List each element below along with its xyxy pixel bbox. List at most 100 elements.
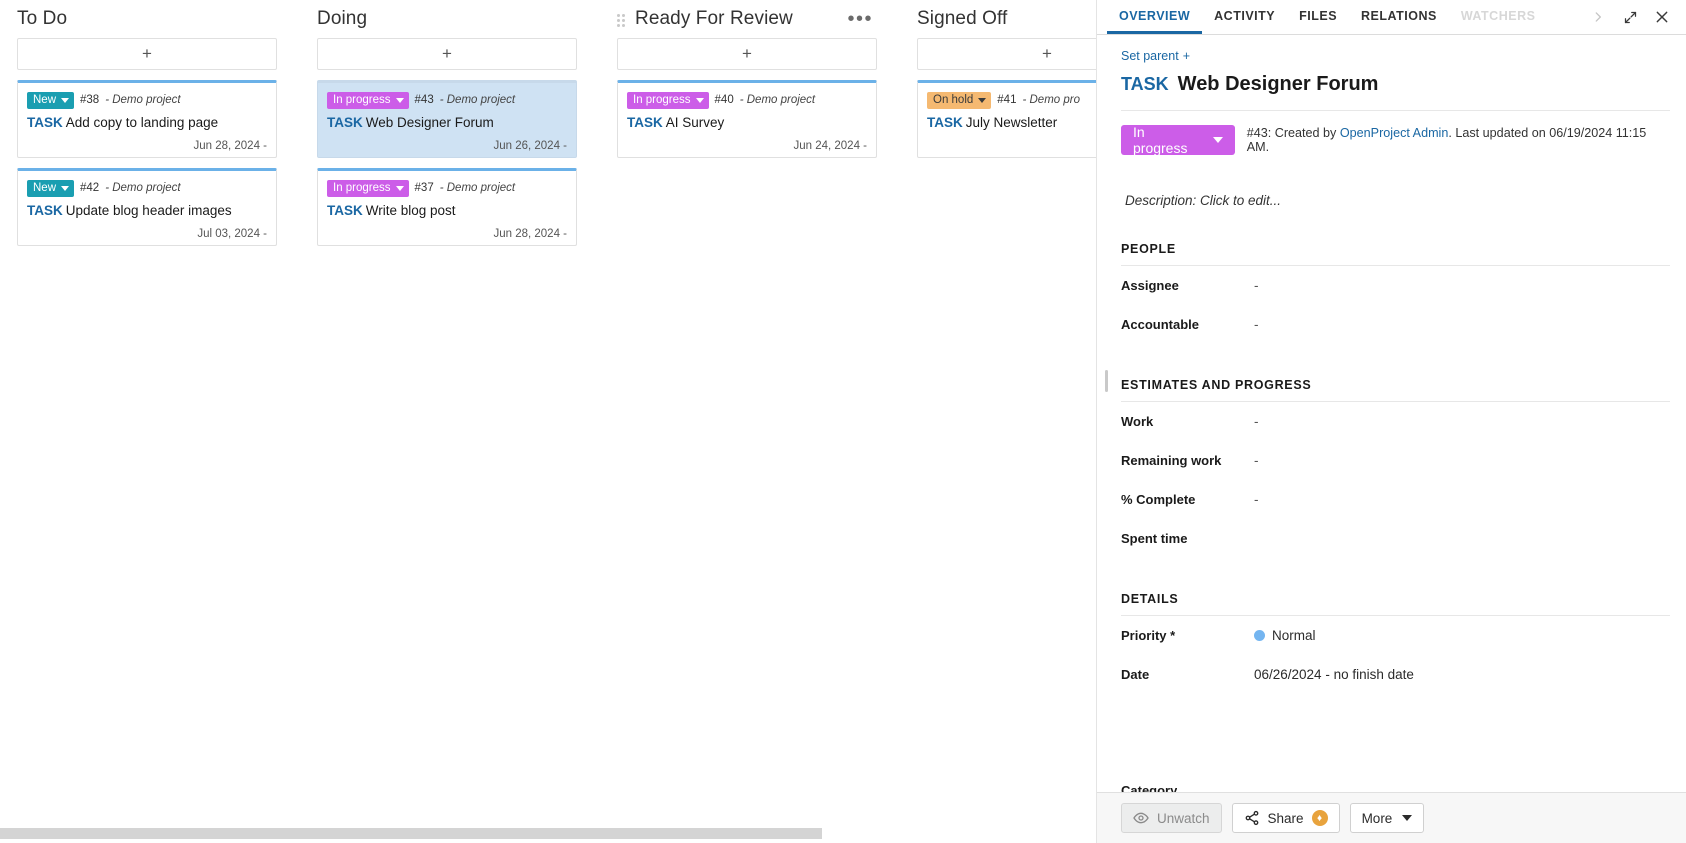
attribute-label: Work bbox=[1121, 414, 1154, 429]
meta-author-link[interactable]: OpenProject Admin bbox=[1340, 126, 1449, 140]
attribute-value-text: 06/26/2024 - no finish date bbox=[1254, 667, 1414, 682]
board-card[interactable]: New #42 - Demo project TASK Update blog head… bbox=[17, 168, 277, 246]
board-card[interactable]: New #38 - Demo project TASK Add copy to land… bbox=[17, 80, 277, 158]
board-column-header: To Do bbox=[17, 0, 277, 38]
kanban-board: To Do + New #38- Demo project TASK Add copy t… bbox=[0, 0, 1096, 843]
attribute-value[interactable]: - bbox=[1254, 414, 1259, 429]
attribute-row: Date 06/26/2024 - no finish date bbox=[1121, 655, 1670, 694]
attribute-row: % Complete - bbox=[1121, 480, 1670, 519]
add-card-button[interactable]: + bbox=[917, 38, 1096, 70]
unwatch-button[interactable]: Unwatch bbox=[1121, 803, 1222, 833]
card-header-row: New #38 - Demo project bbox=[27, 91, 267, 109]
card-id: #42 bbox=[80, 182, 100, 194]
card-status-badge[interactable]: In progress bbox=[327, 179, 409, 197]
card-status-badge[interactable]: On hold bbox=[927, 91, 992, 109]
card-id: #40 bbox=[714, 94, 734, 106]
card-status-label: In progress bbox=[333, 181, 391, 194]
card-type: TASK bbox=[327, 203, 363, 218]
drag-handle-icon[interactable] bbox=[617, 11, 631, 27]
card-type: TASK bbox=[27, 115, 63, 130]
attribute-row: Assignee - bbox=[1121, 266, 1670, 305]
card-title-row: TASK Web Designer Forum bbox=[327, 114, 567, 132]
attribute-sections: PEOPLE Assignee - Accountable - ESTIMATES AND… bbox=[1105, 242, 1670, 694]
clipped-attribute-label: Category bbox=[1121, 783, 1178, 792]
board-horizontal-scrollbar[interactable] bbox=[0, 828, 1096, 839]
card-header-row: In progress #40 - Demo project bbox=[627, 91, 867, 109]
tab-files[interactable]: FILES bbox=[1287, 0, 1349, 34]
enterprise-badge-icon: ♦ bbox=[1311, 810, 1328, 826]
board-card[interactable]: In progress #37 - Demo project TASK Write bl… bbox=[317, 168, 577, 246]
attribute-value[interactable]: - bbox=[1254, 492, 1259, 507]
set-parent-button[interactable]: Set parent + bbox=[1121, 49, 1190, 63]
more-button[interactable]: More bbox=[1349, 803, 1425, 833]
attribute-value-text: - bbox=[1254, 492, 1259, 507]
set-parent-label: Set parent bbox=[1121, 49, 1179, 63]
attribute-section: ESTIMATES AND PROGRESS Work - Remaining wor… bbox=[1105, 370, 1670, 558]
chevron-down-icon bbox=[395, 185, 404, 191]
column-menu-button[interactable]: ••• bbox=[843, 9, 877, 29]
tab-watchers[interactable]: WATCHERS bbox=[1449, 0, 1548, 34]
tab-relations[interactable]: RELATIONS bbox=[1349, 0, 1449, 34]
chevron-down-icon bbox=[61, 185, 70, 191]
attribute-value[interactable]: 06/26/2024 - no finish date bbox=[1254, 667, 1414, 682]
board-columns-container: To Do + New #38- Demo project TASK Add copy t… bbox=[0, 0, 1096, 843]
card-project: - Demo project bbox=[439, 182, 516, 194]
tab-activity[interactable]: ACTIVITY bbox=[1202, 0, 1287, 34]
card-type: TASK bbox=[327, 115, 363, 130]
card-subject: AI Survey bbox=[665, 115, 725, 130]
card-status-badge[interactable]: New bbox=[27, 91, 75, 109]
card-status-badge[interactable]: In progress bbox=[627, 91, 709, 109]
scroll-right-chevron-icon[interactable] bbox=[1588, 7, 1608, 27]
work-package-subject[interactable]: Web Designer Forum bbox=[1178, 73, 1379, 96]
card-date: Jun 28, 2024 - bbox=[493, 228, 567, 240]
unwatch-label: Unwatch bbox=[1157, 810, 1210, 826]
share-label: Share bbox=[1267, 810, 1304, 826]
status-label: In progress bbox=[1133, 124, 1188, 156]
chevron-down-icon bbox=[978, 97, 987, 103]
card-status-label: In progress bbox=[633, 93, 691, 106]
section-title: PEOPLE bbox=[1121, 242, 1670, 266]
board-card[interactable]: On hold #41 - Demo pro TASKJuly NewsletterJ… bbox=[917, 80, 1096, 158]
more-label: More bbox=[1361, 810, 1393, 826]
attribute-value[interactable]: Normal bbox=[1254, 628, 1316, 643]
description-field[interactable]: Description: Click to edit... bbox=[1121, 193, 1670, 208]
status-button[interactable]: In progress bbox=[1121, 124, 1235, 156]
add-card-button[interactable]: + bbox=[617, 38, 877, 70]
chevron-down-icon bbox=[695, 97, 704, 103]
card-project: - Demo project bbox=[105, 182, 181, 194]
attribute-value[interactable]: - bbox=[1254, 278, 1259, 293]
board-card[interactable]: In progress #40 - Demo project TASK AI Surve… bbox=[617, 80, 877, 158]
fullscreen-expand-icon[interactable] bbox=[1620, 7, 1640, 27]
card-title-row: TASK Add copy to landing page bbox=[27, 114, 267, 132]
card-header-row: In progress #43 - Demo project bbox=[327, 91, 567, 109]
board-card[interactable]: In progress #43 - Demo project TASK Web Desi… bbox=[317, 80, 577, 158]
chevron-down-icon bbox=[1212, 137, 1223, 143]
card-subject: Add copy to landing page bbox=[65, 115, 219, 130]
scrollbar-thumb[interactable] bbox=[0, 828, 822, 839]
attribute-value[interactable]: - bbox=[1254, 317, 1259, 332]
card-title-row: TASK Update blog header images bbox=[27, 202, 267, 220]
card-title-row: TASK AI Survey bbox=[627, 114, 867, 132]
attribute-value-text: - bbox=[1254, 414, 1259, 429]
card-status-badge[interactable]: In progress bbox=[327, 91, 409, 109]
close-icon[interactable] bbox=[1652, 7, 1672, 27]
tab-overview[interactable]: OVERVIEW bbox=[1107, 0, 1203, 34]
share-button[interactable]: Share ♦ bbox=[1231, 803, 1340, 833]
work-package-type[interactable]: TASK bbox=[1121, 74, 1169, 95]
board-column: Doing + In progress #43- Demo project TASK We… bbox=[317, 0, 577, 843]
card-status-badge[interactable]: New bbox=[27, 179, 75, 197]
attribute-value-text: Normal bbox=[1272, 628, 1316, 643]
board-column-header: Signed Off bbox=[917, 0, 1096, 38]
card-id: #41 bbox=[997, 94, 1017, 106]
card-date: Jun 26, 2024 - bbox=[493, 140, 567, 152]
attribute-label: Remaining work bbox=[1121, 453, 1222, 468]
card-status-label: New bbox=[33, 181, 57, 194]
add-card-button[interactable]: + bbox=[317, 38, 577, 70]
attribute-row: Remaining work - bbox=[1121, 441, 1670, 480]
attribute-label: Assignee bbox=[1121, 278, 1179, 293]
attribute-row: Work - bbox=[1121, 402, 1670, 441]
attribute-row: Accountable - bbox=[1121, 305, 1670, 344]
attribute-value[interactable]: - bbox=[1254, 453, 1259, 468]
add-card-button[interactable]: + bbox=[17, 38, 277, 70]
board-column-title: Doing bbox=[317, 8, 368, 29]
